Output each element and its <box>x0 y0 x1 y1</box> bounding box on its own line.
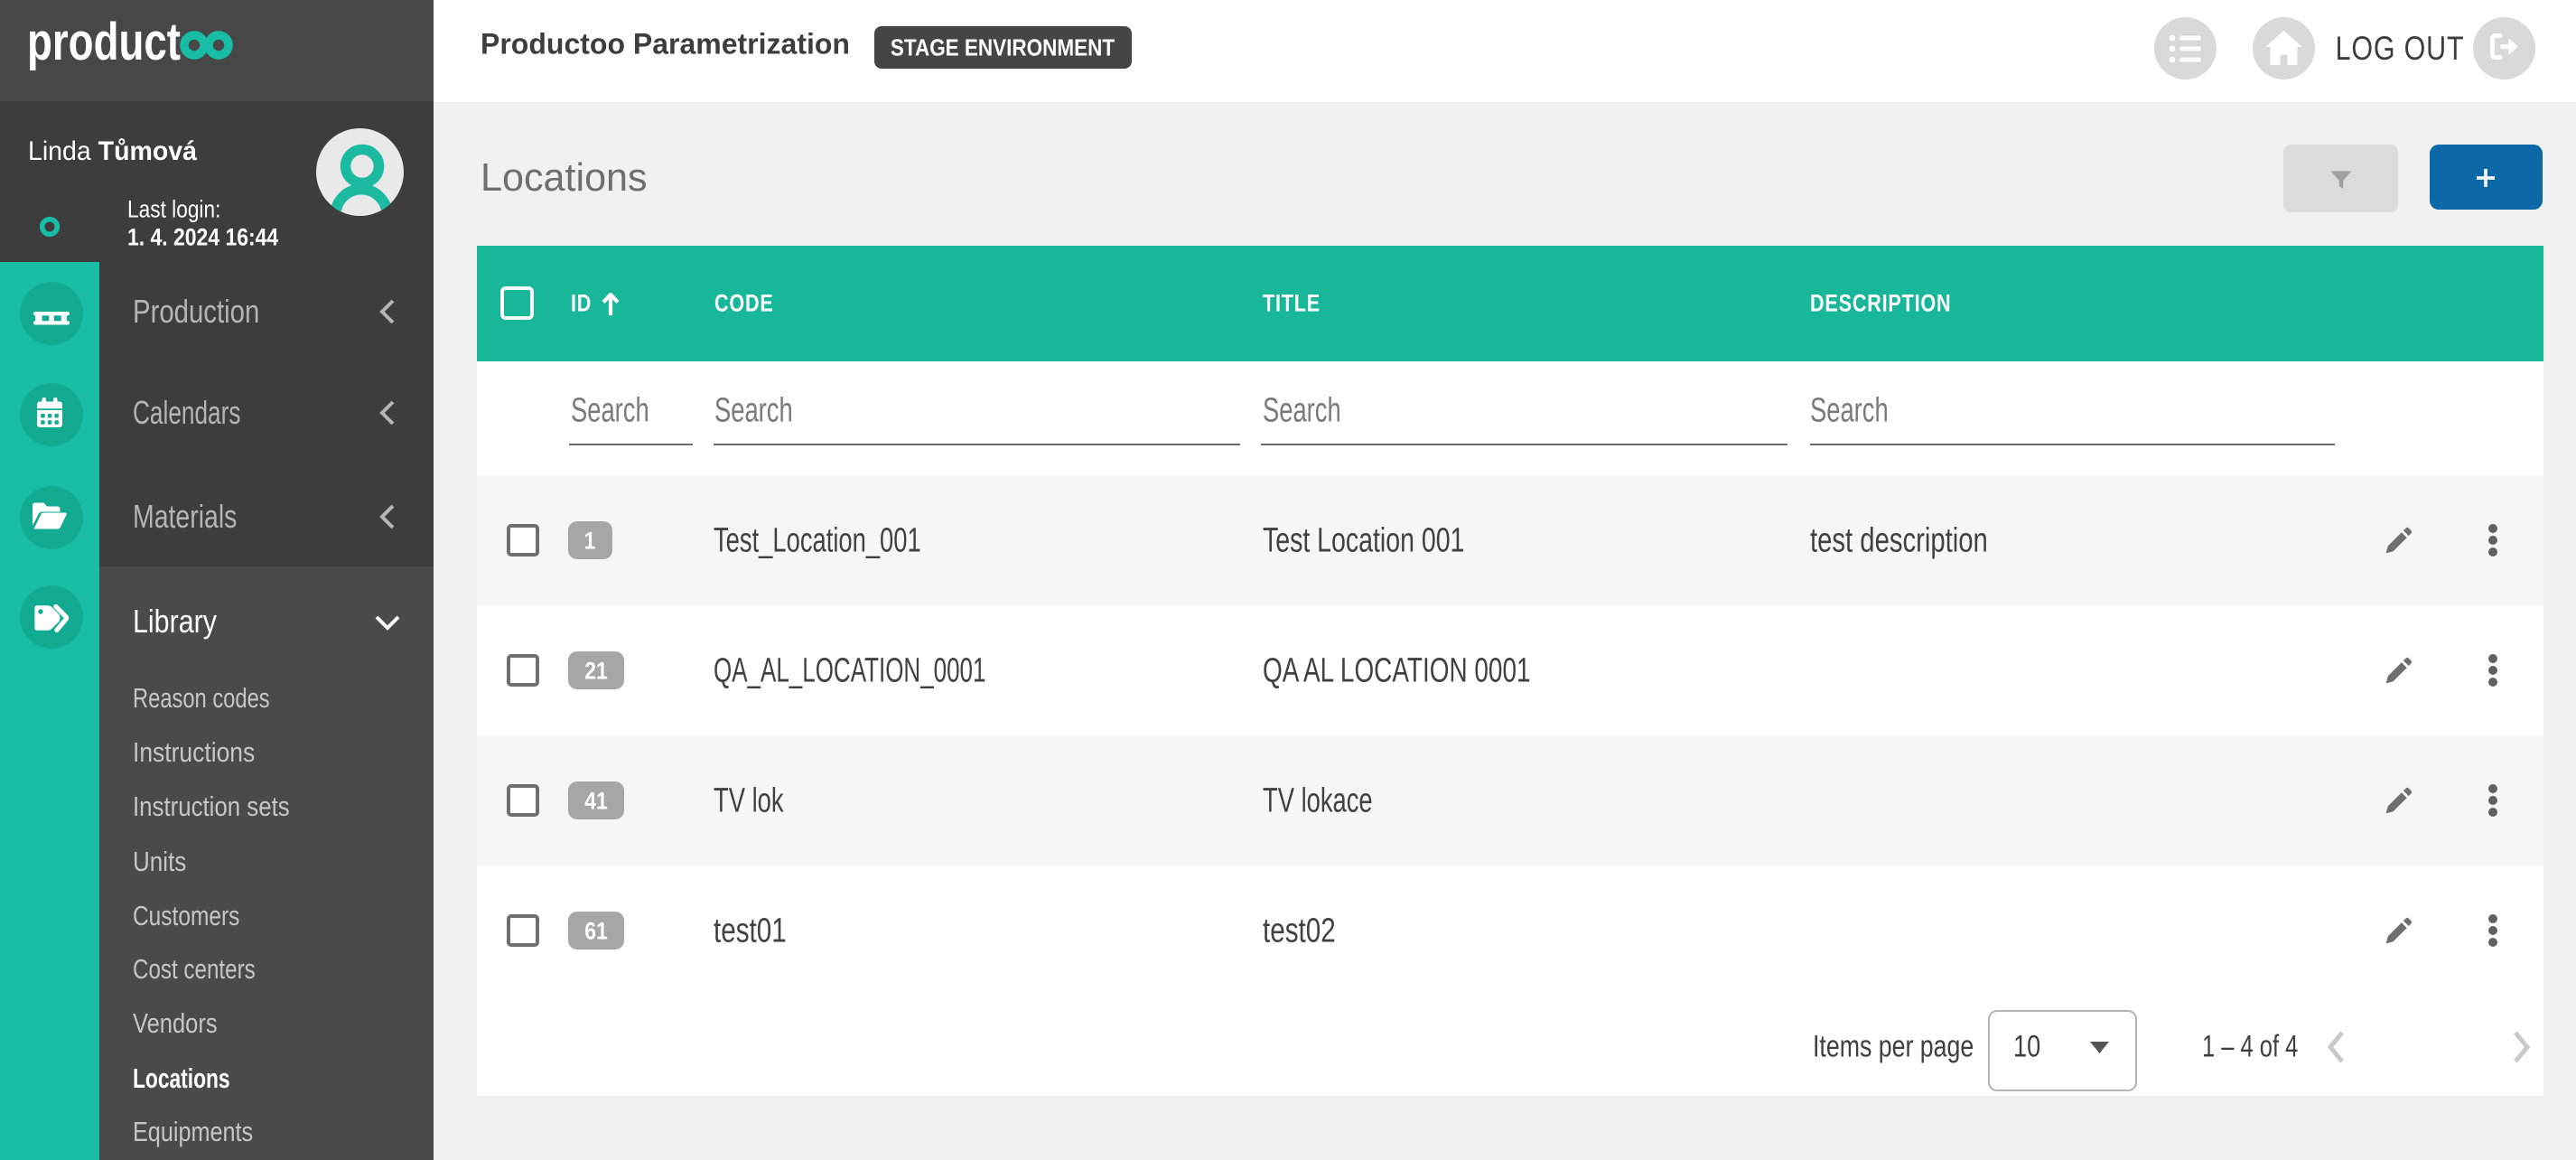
svg-text:product: product <box>27 14 181 71</box>
